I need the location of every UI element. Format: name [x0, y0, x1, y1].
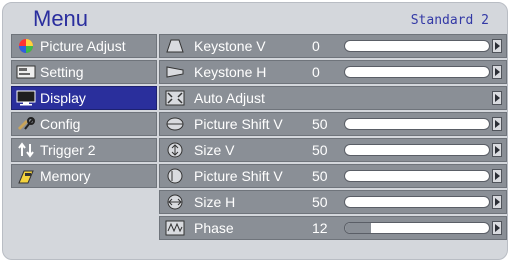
menu-item-label: Config — [40, 116, 81, 132]
setting-label: Keystone H — [194, 64, 267, 80]
display-monitor-icon — [15, 89, 37, 107]
menu-item-label: Display — [40, 90, 86, 106]
slider-track[interactable] — [344, 196, 490, 208]
slider-fill — [345, 223, 371, 233]
arrow-right-icon[interactable] — [492, 221, 502, 235]
setting-row-phase[interactable]: Phase 12 — [159, 216, 507, 240]
setting-value: 12 — [312, 220, 328, 236]
menu-item-label: Picture Adjust — [40, 38, 126, 54]
picture-shift-v-icon — [164, 115, 186, 133]
setting-value: 0 — [312, 64, 320, 80]
color-ball-icon — [15, 37, 37, 55]
menu-item-display[interactable]: Display — [11, 86, 157, 110]
menu-item-label: Setting — [40, 64, 84, 80]
setting-label: Size V — [194, 142, 235, 158]
slider-track[interactable] — [344, 144, 490, 156]
setting-label: Picture Shift V — [194, 168, 283, 184]
setting-value: 50 — [312, 142, 328, 158]
slider-track[interactable] — [344, 40, 490, 52]
category-menu: Picture Adjust Setting Display Config Tr… — [11, 34, 157, 190]
setting-row-picture-shift-v[interactable]: Picture Shift V 50 — [159, 112, 507, 136]
memory-card-icon — [15, 167, 37, 185]
osd-menu-panel: Menu Standard 2 Picture Adjust Setting D… — [2, 2, 508, 260]
setting-label: Auto Adjust — [194, 90, 265, 106]
arrow-right-icon[interactable] — [492, 39, 502, 53]
arrow-right-icon[interactable] — [492, 169, 502, 183]
setting-row-size-v[interactable]: Size V 50 — [159, 138, 507, 162]
keystone-h-icon — [164, 63, 186, 81]
menu-item-picture-adjust[interactable]: Picture Adjust — [11, 34, 157, 58]
slider-track[interactable] — [344, 118, 490, 130]
setting-row-picture-shift-v-2[interactable]: Picture Shift V 50 — [159, 164, 507, 188]
setting-value: 50 — [312, 116, 328, 132]
setting-label: Picture Shift V — [194, 116, 283, 132]
settings-panel-icon — [15, 63, 37, 81]
arrow-right-icon[interactable] — [492, 195, 502, 209]
phase-icon — [164, 219, 186, 237]
trigger-icon — [15, 141, 37, 159]
setting-value: 50 — [312, 168, 328, 184]
size-h-icon — [164, 193, 186, 211]
menu-item-memory[interactable]: Memory — [11, 164, 157, 188]
slider-track[interactable] — [344, 170, 490, 182]
keystone-v-icon — [164, 37, 186, 55]
preset-indicator: Standard 2 — [410, 13, 489, 28]
arrow-right-icon[interactable] — [492, 91, 502, 105]
menu-title: Menu — [33, 6, 89, 31]
slider-track[interactable] — [344, 222, 490, 234]
setting-label: Phase — [194, 220, 234, 236]
arrow-right-icon[interactable] — [492, 117, 502, 131]
setting-label: Keystone V — [194, 38, 266, 54]
slider-track[interactable] — [344, 66, 490, 78]
menu-item-config[interactable]: Config — [11, 112, 157, 136]
arrow-right-icon[interactable] — [492, 143, 502, 157]
menu-item-label: Memory — [40, 168, 91, 184]
setting-value: 50 — [312, 194, 328, 210]
picture-shift-v2-icon — [164, 167, 186, 185]
auto-adjust-icon — [164, 89, 186, 107]
menu-item-trigger-2[interactable]: Trigger 2 — [11, 138, 157, 162]
tools-icon — [15, 115, 37, 133]
setting-row-keystone-v[interactable]: Keystone V 0 — [159, 34, 507, 58]
setting-row-size-h[interactable]: Size H 50 — [159, 190, 507, 214]
menu-item-setting[interactable]: Setting — [11, 60, 157, 84]
setting-row-keystone-h[interactable]: Keystone H 0 — [159, 60, 507, 84]
setting-row-auto-adjust[interactable]: Auto Adjust — [159, 86, 507, 110]
settings-list: Keystone V 0 Keystone H 0 Auto Adjust Pi… — [159, 34, 507, 242]
setting-label: Size H — [194, 194, 236, 210]
arrow-right-icon[interactable] — [492, 65, 502, 79]
menu-item-label: Trigger 2 — [40, 142, 96, 158]
setting-value: 0 — [312, 38, 320, 54]
size-v-icon — [164, 141, 186, 159]
